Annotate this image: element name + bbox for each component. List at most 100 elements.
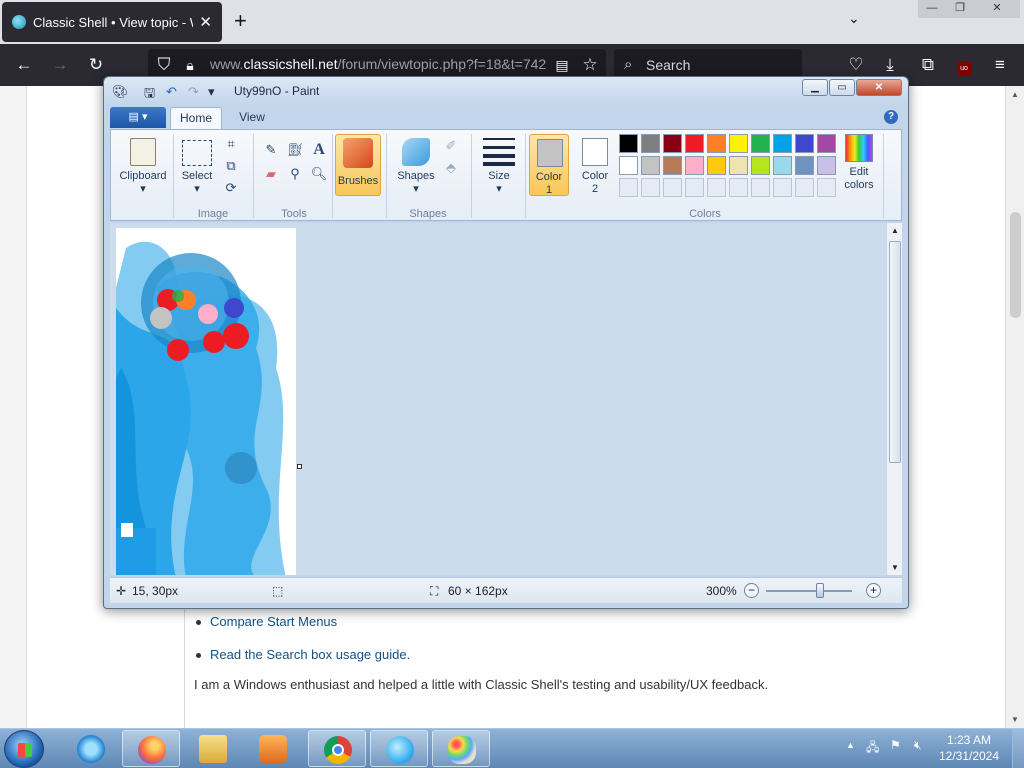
pencil-icon[interactable]: ✎ (261, 140, 281, 160)
palette-swatch[interactable] (751, 134, 770, 153)
forward-arrow-icon[interactable]: → (48, 53, 72, 77)
palette-custom-slot[interactable] (685, 178, 704, 197)
palette-swatch[interactable] (773, 134, 792, 153)
paint-image[interactable] (116, 228, 296, 575)
paint-menu-button[interactable]: ▤ ▾ (110, 107, 166, 128)
link-search-box-guide[interactable]: Read the Search box usage guide. (196, 647, 410, 662)
zoom-in-button[interactable]: + (866, 583, 881, 598)
start-button[interactable] (4, 730, 44, 768)
link-compare-start-menus[interactable]: Compare Start Menus (196, 614, 337, 629)
edit-colors-button[interactable]: Edit colors (839, 134, 879, 192)
menu-hamburger-icon[interactable]: ≡ (988, 53, 1012, 77)
taskbar-ie[interactable] (62, 730, 120, 767)
palette-custom-slot[interactable] (707, 178, 726, 197)
palette-swatch[interactable] (619, 156, 638, 175)
qat-customize-icon[interactable]: ▾ (208, 84, 215, 100)
taskbar-firefox[interactable] (122, 730, 180, 767)
action-center-flag-icon[interactable]: ⚑ (890, 738, 901, 752)
brushes-button[interactable]: Brushes (335, 134, 381, 196)
clipboard-button[interactable]: Clipboard ▾ (115, 134, 171, 195)
palette-swatch[interactable] (663, 134, 682, 153)
reload-icon[interactable]: ↻ (84, 53, 108, 77)
extensions-icon[interactable]: ⧉ (916, 53, 940, 77)
paint-app-icon[interactable]: 🎨︎ (112, 84, 129, 100)
help-icon[interactable]: ? (884, 110, 898, 124)
fill-bucket-icon[interactable]: ⛽︎ (285, 140, 305, 160)
url-text[interactable]: www.classicshell.net/forum/viewtopic.php… (210, 56, 546, 72)
palette-custom-slot[interactable] (619, 178, 638, 197)
zoom-out-button[interactable]: − (744, 583, 759, 598)
page-scroll-thumb[interactable] (1010, 212, 1021, 318)
color2-button[interactable]: Color 2 (575, 134, 615, 196)
new-tab-plus-icon[interactable]: + (234, 8, 247, 34)
palette-swatch[interactable] (641, 156, 660, 175)
shapes-button[interactable]: Shapes ▾ (393, 134, 439, 195)
fill-icon[interactable]: ⬘ (441, 158, 461, 178)
undo-icon[interactable]: ↶ (166, 84, 177, 100)
palette-swatch[interactable] (707, 156, 726, 175)
tab-list-chevron-icon[interactable]: ⌄ (848, 10, 860, 27)
taskbar-media-player[interactable] (244, 730, 302, 767)
palette-swatch[interactable] (729, 156, 748, 175)
browser-restore-button[interactable]: ❐ (946, 0, 974, 18)
ublock-icon[interactable]: uo (952, 53, 976, 77)
magnifier-icon[interactable]: 🔍︎ (309, 164, 329, 184)
show-hidden-icons[interactable]: ▲ (846, 740, 855, 750)
size-button[interactable]: Size ▾ (479, 134, 519, 195)
page-scrollbar[interactable]: ▲ ▼ (1007, 86, 1024, 728)
canvas-scroll-thumb[interactable] (889, 241, 901, 463)
palette-swatch[interactable] (619, 134, 638, 153)
paint-title-bar[interactable]: 🎨︎ 🖫 ↶ ↷ ▾ Uty99nO - Paint ▁ ▭ ✕ (104, 77, 908, 105)
tab-view[interactable]: View (228, 107, 276, 129)
crop-icon[interactable]: ⌗ (221, 134, 241, 154)
taskbar-paint[interactable] (432, 730, 490, 767)
palette-swatch[interactable] (817, 156, 836, 175)
palette-swatch[interactable] (817, 134, 836, 153)
taskbar-chrome[interactable] (308, 730, 366, 767)
palette-custom-slot[interactable] (663, 178, 682, 197)
tracking-shield-icon[interactable]: ⛉ (152, 53, 176, 77)
color-picker-icon[interactable]: ⚲ (285, 164, 305, 184)
volume-muted-icon[interactable]: 🔇︎ (914, 738, 922, 753)
palette-swatch[interactable] (707, 134, 726, 153)
palette-swatch[interactable] (663, 156, 682, 175)
save-icon[interactable]: 🖫 (144, 84, 155, 106)
back-arrow-icon[interactable]: ← (12, 53, 36, 77)
eraser-icon[interactable]: ▰ (261, 164, 281, 184)
taskbar-explorer[interactable] (184, 730, 242, 767)
reader-view-icon[interactable]: ▤ (550, 53, 574, 77)
palette-swatch[interactable] (685, 156, 704, 175)
palette-custom-slot[interactable] (729, 178, 748, 197)
canvas-vertical-scrollbar[interactable]: ▲ ▼ (886, 223, 902, 575)
palette-swatch[interactable] (795, 156, 814, 175)
palette-swatch[interactable] (773, 156, 792, 175)
taskbar-classic-shell[interactable] (370, 730, 428, 767)
palette-custom-slot[interactable] (641, 178, 660, 197)
paint-close-button[interactable]: ✕ (856, 79, 902, 96)
bookmark-star-icon[interactable]: ☆ (578, 53, 602, 77)
canvas-area[interactable] (110, 223, 886, 575)
zoom-slider-thumb[interactable] (816, 583, 824, 598)
scroll-down-icon[interactable]: ▼ (891, 563, 899, 572)
paint-maximize-button[interactable]: ▭ (829, 79, 855, 96)
paint-minimize-button[interactable]: ▁ (802, 79, 828, 96)
tab-home[interactable]: Home (170, 107, 222, 129)
palette-swatch[interactable] (685, 134, 704, 153)
resize-icon[interactable]: ⧉ (221, 156, 241, 176)
select-button[interactable]: Select ▾ (177, 134, 217, 195)
color1-button[interactable]: Color 1 (529, 134, 569, 196)
palette-swatch[interactable] (641, 134, 660, 153)
browser-tab-active[interactable]: Classic Shell • View topic - Wind ✕ (2, 2, 222, 42)
browser-minimize-button[interactable]: — (918, 0, 946, 18)
tab-close-icon[interactable]: ✕ (199, 13, 212, 31)
downloads-icon[interactable]: ⤓ (878, 53, 902, 77)
palette-swatch[interactable] (795, 134, 814, 153)
scroll-up-icon[interactable]: ▲ (1011, 90, 1019, 99)
palette-custom-slot[interactable] (751, 178, 770, 197)
palette-swatch[interactable] (729, 134, 748, 153)
zoom-slider-track[interactable] (766, 590, 852, 592)
scroll-down-icon[interactable]: ▼ (1011, 715, 1019, 724)
rotate-icon[interactable]: ⟳ (221, 178, 241, 198)
pocket-icon[interactable]: ♡ (844, 53, 868, 77)
scroll-up-icon[interactable]: ▲ (891, 226, 899, 235)
